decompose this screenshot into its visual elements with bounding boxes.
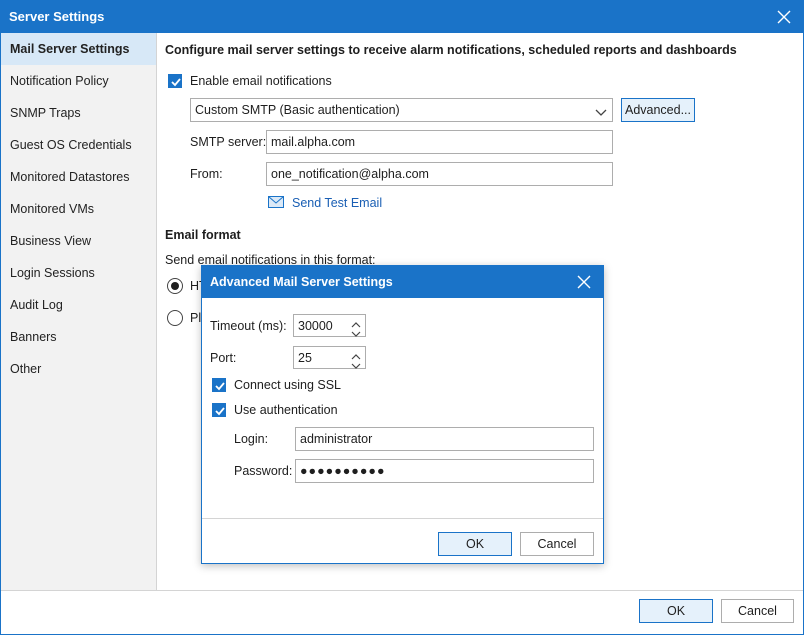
port-stepper[interactable]: 25 [293,346,366,369]
password-field[interactable]: ●●●●●●●●●● [295,459,594,483]
ssl-checkbox[interactable] [212,378,226,392]
from-label: From: [190,167,223,181]
sidebar: Mail Server Settings Notification Policy… [1,33,157,590]
dialog-titlebar[interactable]: Advanced Mail Server Settings [202,266,603,298]
envelope-icon [268,196,284,211]
from-field[interactable]: one_notification@alpha.com [266,162,613,186]
auth-type-value: Custom SMTP (Basic authentication) [195,103,400,117]
dialog-ok-button[interactable]: OK [438,532,512,556]
timeout-value: 30000 [298,319,333,333]
sidebar-item-monitored-vms[interactable]: Monitored VMs [1,193,156,225]
window-footer: OK Cancel [1,590,803,634]
smtp-server-value: mail.alpha.com [271,135,355,149]
sidebar-item-other[interactable]: Other [1,353,156,385]
advanced-mail-dialog: Advanced Mail Server Settings Timeout (m… [201,265,604,564]
sidebar-item-mail-server-settings[interactable]: Mail Server Settings [1,33,156,65]
advanced-button[interactable]: Advanced... [621,98,695,122]
sidebar-item-monitored-datastores[interactable]: Monitored Datastores [1,161,156,193]
chevron-up-icon[interactable] [351,350,361,358]
sidebar-item-notification-policy[interactable]: Notification Policy [1,65,156,97]
sidebar-item-banners[interactable]: Banners [1,321,156,353]
timeout-stepper[interactable]: 30000 [293,314,366,337]
port-value: 25 [298,351,312,365]
format-html-radio[interactable] [167,278,183,294]
sidebar-item-business-view[interactable]: Business View [1,225,156,257]
dialog-footer: OK Cancel [202,518,603,563]
format-plain-label: Pl [190,311,201,325]
login-field[interactable]: administrator [295,427,594,451]
password-label: Password: [234,464,292,478]
sidebar-item-snmp-traps[interactable]: SNMP Traps [1,97,156,129]
chevron-up-icon[interactable] [351,318,361,326]
sidebar-item-login-sessions[interactable]: Login Sessions [1,257,156,289]
chevron-down-icon [595,106,607,120]
dialog-cancel-button[interactable]: Cancel [520,532,594,556]
cancel-button[interactable]: Cancel [721,599,794,623]
sidebar-item-guest-os-credentials[interactable]: Guest OS Credentials [1,129,156,161]
auth-type-select[interactable]: Custom SMTP (Basic authentication) [190,98,613,122]
window-titlebar[interactable]: Server Settings [1,1,803,33]
ok-button[interactable]: OK [639,599,713,623]
sidebar-item-audit-log[interactable]: Audit Log [1,289,156,321]
timeout-label: Timeout (ms): [210,319,287,333]
close-icon[interactable] [775,8,793,26]
smtp-server-field[interactable]: mail.alpha.com [266,130,613,154]
use-auth-label: Use authentication [234,403,338,417]
send-test-email-link[interactable]: Send Test Email [292,196,382,210]
enable-email-label: Enable email notifications [190,74,332,88]
ssl-label: Connect using SSL [234,378,341,392]
enable-email-checkbox[interactable] [168,74,182,88]
port-label: Port: [210,351,236,365]
chevron-down-icon[interactable] [351,327,361,335]
format-plain-radio[interactable] [167,310,183,326]
smtp-server-label: SMTP server: [190,135,266,149]
from-value: one_notification@alpha.com [271,167,429,181]
password-value: ●●●●●●●●●● [300,464,386,478]
login-value: administrator [300,432,372,446]
close-icon[interactable] [575,273,593,291]
dialog-title: Advanced Mail Server Settings [210,275,393,289]
email-format-heading: Email format [165,228,241,242]
login-label: Login: [234,432,268,446]
window-title: Server Settings [9,9,104,24]
page-title: Configure mail server settings to receiv… [165,43,737,57]
use-auth-checkbox[interactable] [212,403,226,417]
chevron-down-icon[interactable] [351,359,361,367]
